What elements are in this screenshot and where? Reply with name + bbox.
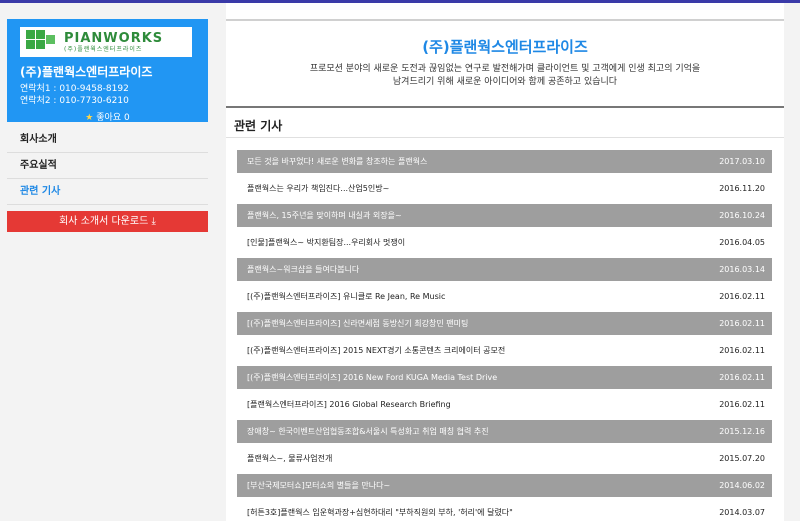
logo-text: PIANWORKS (주)플랜웍스엔터프라이즈: [64, 32, 163, 53]
article-list: 모든 것을 바꾸었다! 새로운 변화를 창조하는 플랜웍스 2017.03.10 플…: [237, 148, 772, 521]
article-row[interactable]: 모든 것을 바꾸었다! 새로운 변화를 창조하는 플랜웍스 2017.03.10: [237, 150, 772, 173]
star-icon: ★: [85, 113, 94, 123]
company-description: 프로모션 분야의 새로운 도전과 끊임없는 연구로 발전해가며 클라이언트 및 …: [226, 63, 784, 89]
logo-main-text: PIANWORKS: [64, 30, 164, 46]
article-title[interactable]: 플랜웍스~, 물류사업전개: [247, 453, 332, 464]
article-date: 2017.03.10: [719, 157, 765, 166]
article-row[interactable]: [(주)플랜웍스엔터프라이즈] 유니클로 Re Jean, Re Music 20…: [237, 283, 772, 310]
section-title: 관련 기사: [234, 119, 283, 133]
article-title[interactable]: [인물]플랜웍스~ 박지환팀장...우리회사 멋쟁이: [247, 237, 405, 248]
article-title[interactable]: [(주)플랜웍스엔터프라이즈] 2015 NEXT경기 소통콘텐츠 크리에이터 …: [247, 345, 505, 356]
article-date: 2015.07.20: [719, 454, 765, 463]
section-underline: [226, 137, 784, 138]
sidebar-item-company-intro[interactable]: 회사소개: [7, 127, 208, 153]
page: PIANWORKS (주)플랜웍스엔터프라이즈 (주)플랜웍스엔터프라이즈 연락…: [0, 3, 800, 521]
article-title[interactable]: [플랜웍스엔터프라이즈] 2016 Global Research Briefi…: [247, 399, 451, 410]
article-date: 2016.02.11: [719, 373, 765, 382]
article-title[interactable]: 플랜웍스~워크샵을 들여다봅니다: [247, 264, 359, 275]
article-row[interactable]: 플랜웍스, 15주년을 맞이하며 내실과 외장을~ 2016.10.24: [237, 204, 772, 227]
logo-mark-icon: [26, 30, 56, 54]
article-date: 2014.06.02: [719, 481, 765, 490]
article-row[interactable]: 플랜웍스~워크샵을 들여다봅니다 2016.03.14: [237, 258, 772, 281]
section-divider: [226, 106, 784, 108]
article-date: 2016.02.11: [719, 319, 765, 328]
logo-sub-text: (주)플랜웍스엔터프라이즈: [64, 45, 143, 53]
article-title[interactable]: [부산국제모터쇼]모터쇼의 별들을 만나다~: [247, 480, 390, 491]
article-date: 2014.03.07: [719, 508, 765, 517]
article-date: 2016.02.11: [719, 346, 765, 355]
main-content: (주)플랜웍스엔터프라이즈 프로모션 분야의 새로운 도전과 끊임없는 연구로 …: [226, 3, 784, 521]
like-button[interactable]: ★ 좋아요 0: [20, 110, 195, 123]
sidebar-item-main-projects[interactable]: 주요실적: [7, 153, 208, 179]
article-row[interactable]: 플랜웍스는 우리가 책임진다...산업5인방~ 2016.11.20: [237, 175, 772, 202]
description-line-1: 프로모션 분야의 새로운 도전과 끊임없는 연구로 발전해가며 클라이언트 및 …: [309, 64, 701, 74]
like-count: 좋아요 0: [96, 113, 130, 123]
article-title[interactable]: 플랜웍스는 우리가 책임진다...산업5인방~: [247, 183, 389, 194]
article-row[interactable]: [(주)플랜웍스엔터프라이즈] 2016 New Ford KUGA Media…: [237, 366, 772, 389]
sidebar-item-related-articles[interactable]: 관련 기사: [7, 179, 208, 205]
article-date: 2016.11.20: [719, 184, 765, 193]
article-row[interactable]: [인물]플랜웍스~ 박지환팀장...우리회사 멋쟁이 2016.04.05: [237, 229, 772, 256]
page-title: (주)플랜웍스엔터프라이즈: [422, 38, 588, 56]
download-brochure-button[interactable]: 회사 소개서 다운로드 ⤓: [7, 211, 208, 232]
article-title[interactable]: 모든 것을 바꾸었다! 새로운 변화를 창조하는 플랜웍스: [247, 156, 427, 167]
article-title[interactable]: 플랜웍스, 15주년을 맞이하며 내실과 외장을~: [247, 210, 402, 221]
article-date: 2016.02.11: [719, 292, 765, 301]
company-profile-card: PIANWORKS (주)플랜웍스엔터프라이즈 (주)플랜웍스엔터프라이즈 연락…: [7, 19, 208, 123]
article-date: 2016.02.11: [719, 400, 765, 409]
company-name: (주)플랜웍스엔터프라이즈: [20, 65, 153, 79]
article-row[interactable]: 플랜웍스~, 물류사업전개 2015.07.20: [237, 445, 772, 472]
article-title[interactable]: [허튼3호]플랜웍스 임운혁과장+심현하대리 "부하직원의 부하, '허리'에 …: [247, 507, 513, 518]
article-date: 2016.10.24: [719, 211, 765, 220]
article-title[interactable]: [(주)플랜웍스엔터프라이즈] 신라면세점 동방신기 최강창민 팬미팅: [247, 318, 468, 329]
article-row[interactable]: [부산국제모터쇼]모터쇼의 별들을 만나다~ 2014.06.02: [237, 474, 772, 497]
article-title[interactable]: 장애창~ 한국이벤트산업협동조합&서울시 특성화고 취업 매칭 협력 추진: [247, 426, 489, 437]
contact-info: 연락처1 : 010-9458-8192 연락처2 : 010-7730-621…: [20, 83, 195, 107]
article-row[interactable]: 장애창~ 한국이벤트산업협동조합&서울시 특성화고 취업 매칭 협력 추진 201…: [237, 420, 772, 443]
article-title[interactable]: [(주)플랜웍스엔터프라이즈] 2016 New Ford KUGA Media…: [247, 372, 497, 383]
article-date: 2016.03.14: [719, 265, 765, 274]
article-row[interactable]: [(주)플랜웍스엔터프라이즈] 2015 NEXT경기 소통콘텐츠 크리에이터 …: [237, 337, 772, 364]
contact-1: 연락처1 : 010-9458-8192: [20, 84, 129, 94]
article-date: 2015.12.16: [719, 427, 765, 436]
article-date: 2016.04.05: [719, 238, 765, 247]
contact-2: 연락처2 : 010-7730-6210: [20, 96, 129, 106]
top-divider: [226, 19, 784, 21]
article-row[interactable]: [허튼3호]플랜웍스 임운혁과장+심현하대리 "부하직원의 부하, '허리'에 …: [237, 499, 772, 521]
article-title[interactable]: [(주)플랜웍스엔터프라이즈] 유니클로 Re Jean, Re Music: [247, 291, 445, 302]
description-line-2: 남겨드리기 위해 새로운 아이디어와 함께 공존하고 있습니다: [392, 77, 618, 87]
sidebar: PIANWORKS (주)플랜웍스엔터프라이즈 (주)플랜웍스엔터프라이즈 연락…: [7, 19, 208, 232]
company-logo[interactable]: PIANWORKS (주)플랜웍스엔터프라이즈: [20, 27, 192, 57]
article-row[interactable]: [(주)플랜웍스엔터프라이즈] 신라면세점 동방신기 최강창민 팬미팅 2016.…: [237, 312, 772, 335]
sidebar-menu: 회사소개 주요실적 관련 기사: [7, 127, 208, 205]
article-row[interactable]: [플랜웍스엔터프라이즈] 2016 Global Research Briefi…: [237, 391, 772, 418]
